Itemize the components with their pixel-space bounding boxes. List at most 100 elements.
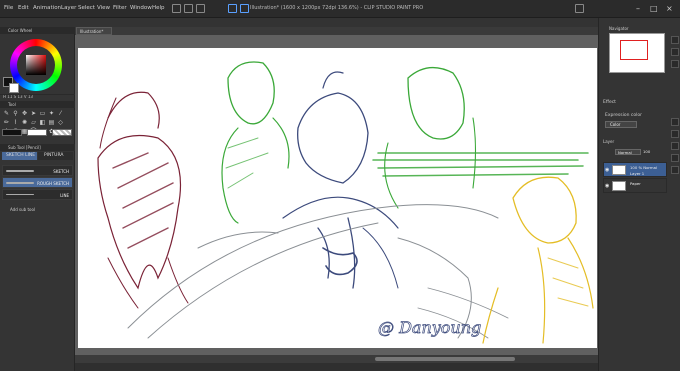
layer-row[interactable]: ◉ Paper (603, 178, 667, 193)
brush-sketch[interactable]: SKETCH (2, 165, 73, 176)
status-bar (75, 363, 598, 371)
navy-stroke (322, 71, 344, 89)
eyedropper-icon[interactable]: ⁄ (57, 110, 64, 117)
undo-icon[interactable] (228, 4, 237, 13)
airbrush-tool-icon[interactable]: ✺ (21, 119, 28, 126)
menu-layer[interactable]: Layer (61, 5, 76, 11)
menu-edit[interactable]: Edit (18, 5, 29, 11)
expression-color-select[interactable]: Color (605, 121, 637, 128)
right-panel: Navigator Effect Expression color Color … (598, 18, 680, 371)
gray-stroke (147, 222, 379, 339)
sub-color-box[interactable] (27, 129, 47, 136)
blend-mode-value: Normal (618, 150, 632, 155)
panel-icon[interactable] (671, 48, 679, 56)
navy-stroke (362, 227, 399, 289)
panel-icon[interactable] (671, 36, 679, 44)
brush-preview (6, 170, 34, 172)
save-icon[interactable] (196, 4, 205, 13)
panel-icon[interactable] (671, 118, 679, 126)
figure-tool-icon[interactable]: ◇ (57, 119, 64, 126)
layout-icon[interactable] (575, 4, 584, 13)
maroon-stroke (97, 134, 181, 290)
panel-icon[interactable] (671, 142, 679, 150)
tab-pintura-label: PINTURA (44, 153, 64, 158)
horizontal-scrollbar[interactable] (75, 355, 598, 363)
artist-signature: @ Danyoung (378, 318, 481, 337)
green-stroke (384, 117, 477, 209)
brush-tool-icon[interactable]: ⌇ (12, 119, 19, 126)
pencil-tool-icon[interactable]: ✏ (3, 119, 10, 126)
layer-info: 100 % Normal (630, 165, 658, 170)
blend-mode-select[interactable]: Normal (615, 149, 641, 155)
gray-stroke (127, 204, 499, 329)
color-wheel-title: Color Wheel (8, 28, 33, 33)
new-file-icon[interactable] (172, 4, 181, 13)
brush-rough-sketch[interactable]: ROUGH SKETCH (2, 177, 73, 188)
menu-view[interactable]: View (97, 5, 110, 11)
navy-stroke (317, 217, 356, 289)
close-icon[interactable]: × (666, 4, 673, 13)
gradient-tool-icon[interactable]: ▤ (48, 119, 55, 126)
navigator-preview[interactable] (609, 33, 665, 73)
view-frame[interactable] (620, 40, 648, 60)
menu-help[interactable]: Help (152, 5, 165, 11)
yellow-figure-sketch (482, 176, 594, 344)
menu-window[interactable]: Window (130, 5, 152, 11)
yellow-stroke (512, 176, 577, 244)
menu-select[interactable]: Select (78, 5, 95, 11)
menu-filter[interactable]: Filter (113, 5, 127, 11)
tab-sketch-line-label: SKETCH LINE (6, 153, 36, 158)
layer-name: Paper (630, 181, 641, 186)
tool-header: Tool (0, 101, 75, 108)
layer-thumbnail (612, 165, 626, 175)
sub-color-swatch[interactable] (9, 83, 19, 93)
saturation-value-square[interactable] (26, 55, 46, 75)
eraser-tool-icon[interactable]: ▱ (30, 119, 37, 126)
add-subtool-button[interactable]: Add sub tool (10, 207, 35, 212)
tab-sketch-line[interactable]: SKETCH LINE (2, 152, 37, 160)
opacity-value[interactable]: 100 (643, 149, 650, 154)
menu-bar: File Edit Animation Layer Select View Fi… (0, 0, 680, 18)
open-file-icon[interactable] (184, 4, 193, 13)
panel-icon[interactable] (671, 154, 679, 162)
scrollbar-thumb[interactable] (375, 357, 515, 361)
menu-animation[interactable]: Animation (33, 5, 61, 11)
main-color-box[interactable] (2, 129, 22, 136)
panel-icon[interactable] (671, 60, 679, 68)
green-stroke (372, 152, 589, 177)
sketch-artwork: @ Danyoung (97, 61, 594, 344)
zoom-tool-icon[interactable]: ⚲ (12, 110, 19, 117)
green-figure-right-sketch (372, 66, 589, 209)
green-stroke (221, 117, 290, 224)
brush-preview (6, 182, 34, 184)
navy-stroke (282, 196, 399, 229)
panel-icon[interactable] (671, 130, 679, 138)
document-tab-label: Illustration* (80, 29, 104, 34)
document-tab[interactable]: Illustration* (76, 27, 112, 35)
maroon-figure-sketch (97, 91, 189, 309)
brush-line[interactable]: LINE (2, 189, 73, 200)
eye-icon[interactable]: ◉ (605, 167, 609, 173)
move-tool-icon[interactable]: ✥ (21, 110, 28, 117)
selection-tool-icon[interactable]: ▭ (39, 110, 46, 117)
eye-icon[interactable]: ◉ (605, 183, 609, 189)
layer-thumbnail (612, 181, 626, 191)
layer-row[interactable]: ◉ 100 % Normal Layer 1 (603, 162, 667, 177)
layer-header: Layer (603, 139, 615, 144)
subtool-header: Sub Tool [Pencil] (0, 144, 75, 151)
minimize-icon[interactable]: – (636, 4, 640, 13)
redo-icon[interactable] (240, 4, 249, 13)
fill-tool-icon[interactable]: ◧ (39, 119, 46, 126)
pen-tool-icon[interactable]: ✎ (3, 110, 10, 117)
green-stroke (225, 137, 269, 189)
transparent-color-box[interactable] (52, 129, 72, 136)
menu-file[interactable]: File (4, 5, 13, 11)
expression-color-value: Color (610, 122, 621, 127)
auto-select-icon[interactable]: ✦ (48, 110, 55, 117)
operation-tool-icon[interactable]: ➤ (30, 110, 37, 117)
navy-stroke (297, 92, 369, 184)
drawing-canvas[interactable]: @ Danyoung (78, 48, 597, 348)
maximize-icon[interactable]: □ (650, 4, 658, 13)
tab-pintura[interactable]: PINTURA (38, 152, 73, 160)
panel-icon[interactable] (671, 166, 679, 174)
